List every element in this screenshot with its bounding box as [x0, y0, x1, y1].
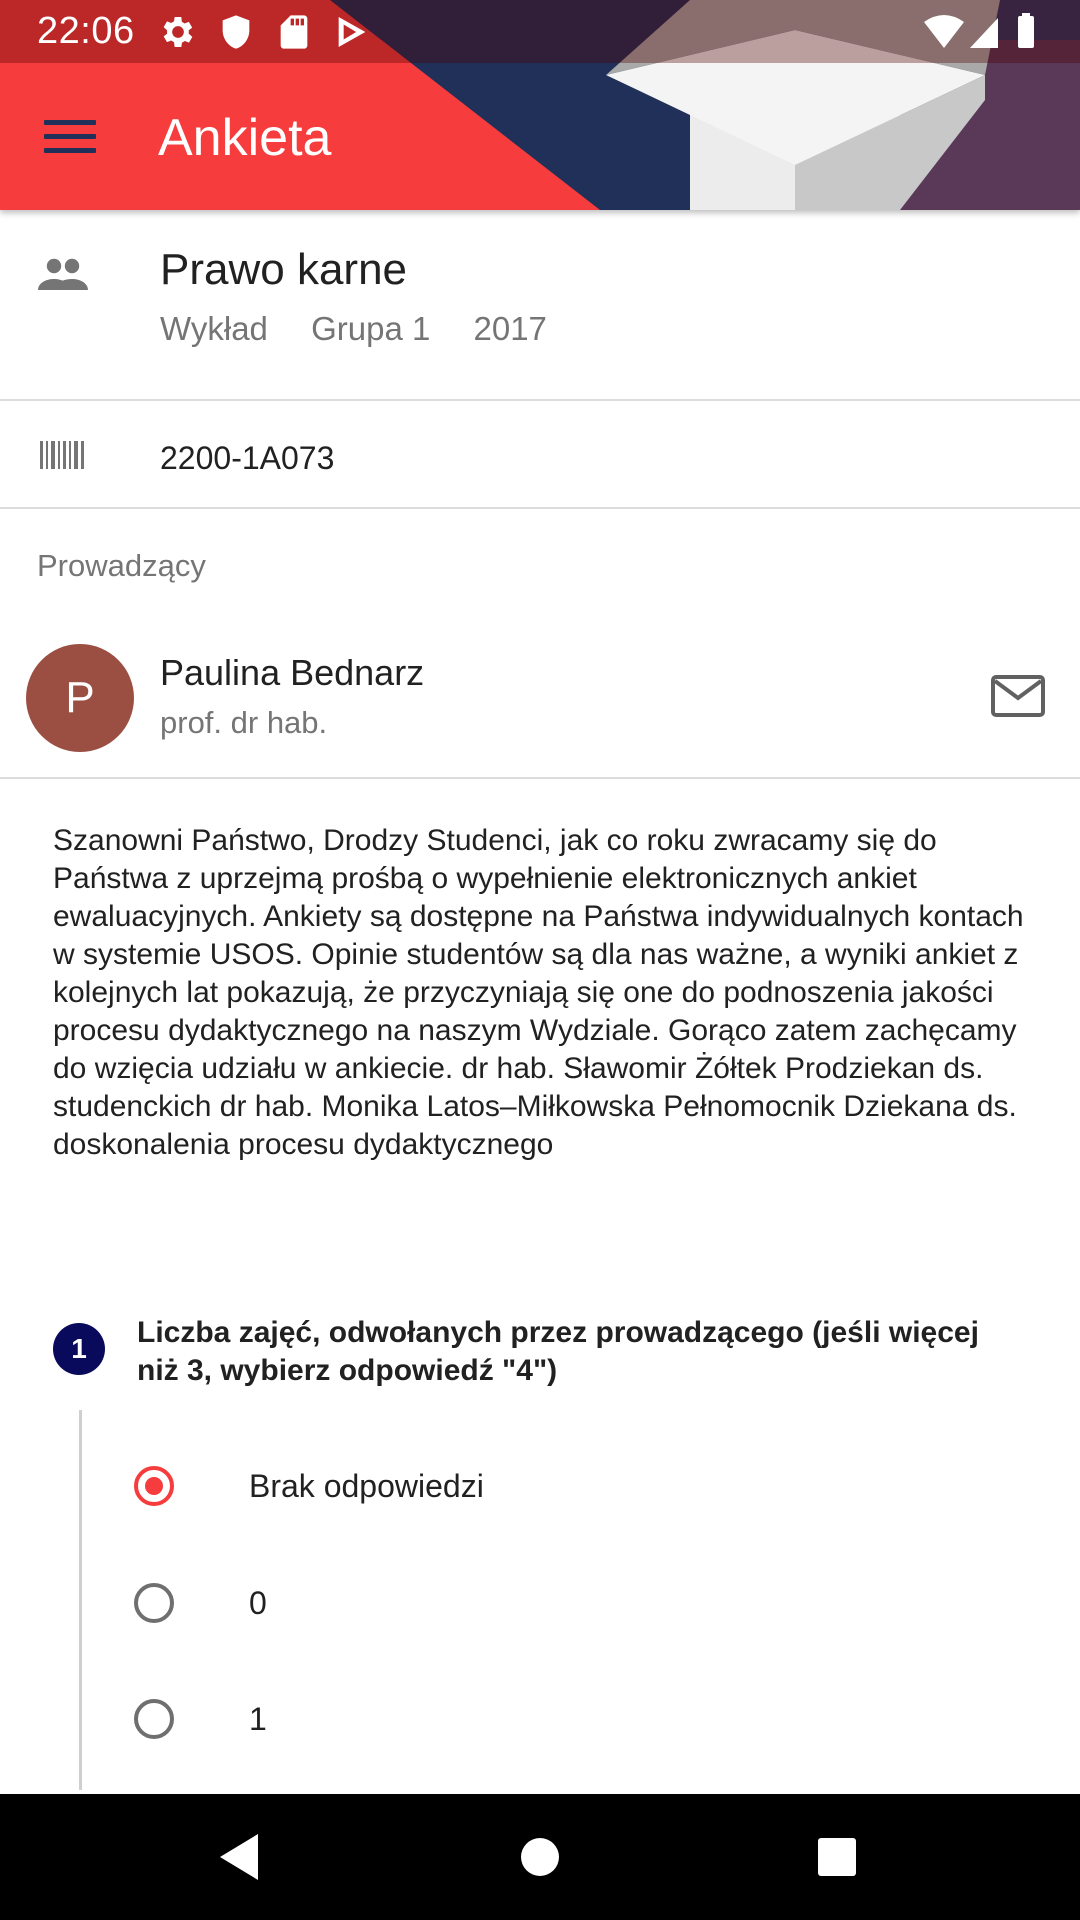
back-icon[interactable]: [160, 1794, 320, 1920]
navigation-bar: [0, 1794, 1080, 1920]
course-year: 2017: [473, 310, 547, 347]
divider: [0, 507, 1080, 509]
divider: [0, 777, 1080, 779]
radio-button-checked[interactable]: [134, 1466, 174, 1506]
lecturer-name: Paulina Bednarz: [160, 652, 425, 693]
signal-icon: [970, 18, 998, 48]
wifi-icon: [924, 15, 964, 48]
radio-button[interactable]: [134, 1583, 174, 1623]
play-store-icon: [338, 17, 366, 47]
lecturer-title: prof. dr hab.: [160, 705, 328, 740]
course-group: Grupa 1: [311, 310, 431, 347]
status-bar: 22:06: [0, 0, 1080, 63]
question-line: [79, 1410, 82, 1790]
toolbar-title: Ankieta: [158, 109, 332, 167]
app-header: 22:06 Ankieta: [0, 0, 1080, 210]
hamburger-menu-icon[interactable]: [44, 113, 100, 163]
question-number-badge: 1: [53, 1323, 105, 1375]
survey-intro-text: Szanowni Państwo, Drodzy Studenci, jak c…: [53, 824, 1024, 1161]
radio-button[interactable]: [134, 1699, 174, 1739]
people-icon: [38, 258, 88, 290]
option-brak-odpowiedzi[interactable]: Brak odpowiedzi: [130, 1447, 930, 1527]
option-label: 1: [249, 1701, 267, 1737]
option-label: 0: [249, 1585, 267, 1621]
gear-icon: [163, 17, 193, 47]
status-time: 22:06: [37, 10, 135, 52]
option-0[interactable]: 0: [130, 1564, 930, 1644]
battery-icon: [1018, 16, 1034, 48]
option-label: Brak odpowiedzi: [249, 1468, 484, 1504]
divider: [0, 399, 1080, 401]
home-icon[interactable]: [460, 1794, 620, 1920]
option-1[interactable]: 1: [130, 1680, 930, 1760]
sd-card-icon: [280, 15, 308, 49]
course-type: Wykład: [160, 310, 268, 347]
status-right-icons: [924, 13, 1034, 48]
question-text: Liczba zajęć, odwołanych przez prowadząc…: [137, 1316, 979, 1387]
course-code: 2200-1A073: [160, 440, 335, 476]
mail-icon[interactable]: [990, 674, 1046, 720]
avatar: P: [26, 644, 134, 752]
recents-icon[interactable]: [757, 1794, 917, 1920]
course-meta: Wykład Grupa 1 2017: [160, 310, 581, 348]
course-name: Prawo karne: [160, 245, 408, 294]
lecturers-section-label: Prowadzący: [37, 548, 206, 583]
shield-icon: [222, 15, 250, 49]
barcode-icon: [40, 441, 84, 469]
